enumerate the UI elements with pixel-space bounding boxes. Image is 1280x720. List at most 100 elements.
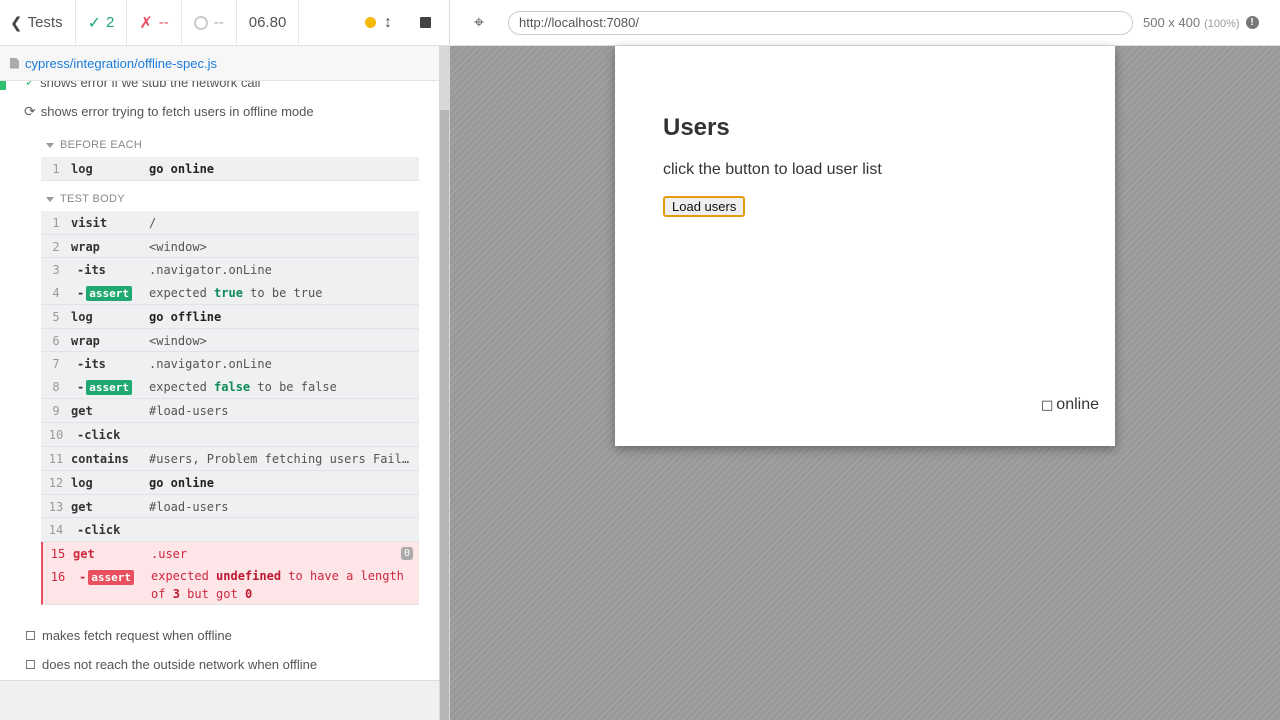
command-row[interactable]: 9 get #load-users [41, 399, 419, 423]
caret-down-icon [46, 196, 54, 202]
command-name: log [71, 476, 93, 490]
command-name: -click [77, 428, 121, 442]
duration: 06.80 [237, 0, 300, 45]
command-message: expected undefined to have a length of 3… [151, 569, 404, 601]
command-row[interactable]: 14 -click [41, 518, 419, 542]
command-message: go online [149, 476, 215, 490]
hook-test-body[interactable]: TEST BODY [46, 189, 416, 209]
url-bar[interactable]: http://localhost:7080/ [508, 10, 1133, 35]
command-row-failed[interactable]: 15 get .user 0 [41, 542, 419, 565]
command-number: 7 [52, 357, 60, 371]
assert-badge: assert [88, 570, 134, 585]
command-number: 4 [52, 286, 60, 300]
command-number: 1 [52, 216, 60, 230]
spec-path-link[interactable]: cypress/integration/offline-spec.js [25, 56, 217, 71]
test-row-passed[interactable]: ✓ shows error if we stub the network cal… [0, 81, 439, 96]
command-message: <window> [149, 240, 207, 254]
command-message: go online [149, 162, 215, 176]
auto-scroll-toggle-icon[interactable]: ↕ [384, 14, 392, 32]
command-row[interactable]: 11 contains #users, Problem fetching use… [41, 447, 419, 471]
command-name: get [71, 404, 93, 418]
command-message: <window> [149, 334, 207, 348]
hook-label: BEFORE EACH [60, 139, 143, 151]
command-message: #load-users [149, 404, 229, 418]
command-message: .navigator.onLine [149, 263, 272, 277]
scrollbar-thumb[interactable] [440, 110, 449, 720]
test-title: makes fetch request when offline [42, 627, 232, 643]
command-number: 1 [52, 162, 60, 176]
check-icon: ✓ [25, 81, 36, 89]
command-number: 6 [52, 334, 60, 348]
chevron-left-icon: ❮ [10, 14, 23, 32]
command-message: .navigator.onLine [149, 357, 272, 371]
command-name: -its [77, 357, 106, 371]
pending-count: -- [182, 0, 237, 45]
command-row-failed[interactable]: 16 - assert expected undefined to have a … [41, 565, 419, 605]
command-number: 15 [50, 547, 66, 561]
reporter-panel: ❮ Tests ✓ 2 ✗ -- -- 06.80 ↕ cypress/inte… [0, 0, 450, 720]
pending-square-icon [26, 659, 35, 669]
command-name: get [71, 500, 93, 514]
test-row-pending[interactable]: makes fetch request when offline [0, 621, 439, 649]
command-message: #load-users [149, 500, 229, 514]
stop-button[interactable] [420, 17, 431, 28]
hook-before-each[interactable]: BEFORE EACH [46, 135, 416, 155]
command-name: visit [71, 216, 108, 230]
browser-header: ⌖ http://localhost:7080/ 500 x 400 (100%)… [450, 0, 1280, 46]
command-message: #users, Problem fetching users Failed to… [149, 452, 419, 466]
command-number: 3 [52, 263, 60, 277]
command-row[interactable]: 13 get #load-users [41, 495, 419, 518]
spec-header: cypress/integration/offline-spec.js [0, 46, 439, 81]
command-name: contains [71, 452, 129, 466]
command-row[interactable]: 3 -its .navigator.onLine [41, 258, 419, 281]
refresh-icon: ⟳ [24, 102, 36, 119]
command-number: 2 [52, 240, 60, 254]
element-count-badge: 0 [400, 547, 413, 560]
x-icon: ✗ [139, 14, 153, 32]
command-name: log [71, 162, 93, 176]
status-text: online [1056, 396, 1099, 413]
command-number: 11 [48, 452, 64, 466]
wifi-icon: □ [1041, 398, 1054, 413]
command-number: 16 [50, 570, 66, 584]
running-indicator-icon [365, 17, 376, 28]
command-row[interactable]: 6 wrap <window> [41, 329, 419, 352]
command-row[interactable]: 5 log go offline [41, 305, 419, 329]
viewport-size: 500 x 400 (100%) [1143, 15, 1240, 30]
command-message: go offline [149, 310, 222, 324]
instructions-text: click the button to load user list [663, 161, 882, 178]
load-users-button[interactable]: Load users [663, 196, 746, 217]
command-number: 14 [48, 523, 64, 537]
pending-value: -- [213, 14, 224, 31]
check-icon: ✓ [87, 14, 101, 32]
test-title: does not reach the outside network when … [42, 656, 318, 672]
test-row-pending[interactable]: does not reach the outside network when … [0, 650, 439, 678]
command-row[interactable]: 12 log go online [41, 471, 419, 495]
info-icon[interactable]: ! [1245, 16, 1259, 29]
command-row[interactable]: 1 log go online [41, 157, 419, 181]
command-row[interactable]: 2 wrap <window> [41, 235, 419, 258]
pending-square-icon [26, 630, 35, 640]
back-to-tests-button[interactable]: ❮ Tests [0, 0, 76, 45]
selector-playground-icon[interactable]: ⌖ [450, 12, 508, 33]
command-row[interactable]: 1 visit / [41, 211, 419, 235]
command-row[interactable]: 7 -its .navigator.onLine [41, 352, 419, 375]
controls: ↕ [299, 0, 449, 45]
assert-badge: assert [86, 286, 132, 301]
command-message [149, 423, 419, 446]
command-number: 10 [48, 428, 64, 442]
command-message: .user [151, 547, 188, 561]
tests-label: Tests [27, 14, 63, 31]
command-message: expected true to be true [149, 286, 323, 300]
command-row[interactable]: 10 -click [41, 423, 419, 447]
online-status: □ online [1041, 396, 1099, 414]
command-name: log [71, 310, 93, 324]
command-number: 13 [48, 500, 64, 514]
command-number: 12 [48, 476, 64, 490]
command-row[interactable]: 4 - assert expected true to be true [41, 281, 419, 305]
command-name: wrap [71, 240, 100, 254]
test-row-running[interactable]: ⟳ shows error trying to fetch users in o… [0, 97, 439, 125]
command-name: wrap [71, 334, 100, 348]
command-name: -its [77, 263, 106, 277]
command-row[interactable]: 8 - assert expected false to be false [41, 375, 419, 399]
